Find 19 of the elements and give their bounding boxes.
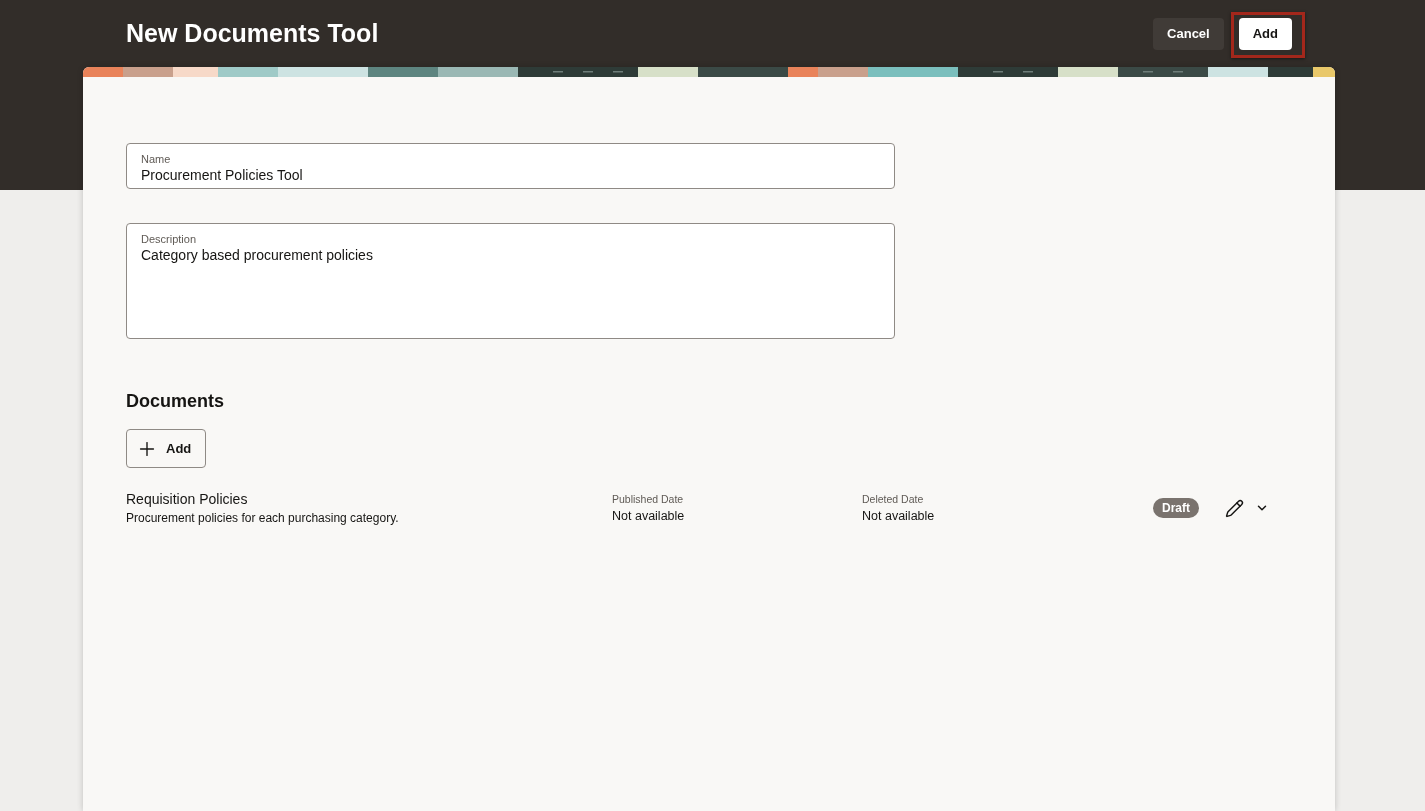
cancel-button[interactable]: Cancel [1153, 17, 1224, 50]
column-value: Not available [862, 508, 935, 524]
field-value: Category based procurement policies [141, 246, 373, 264]
pencil-icon [1225, 498, 1244, 518]
add-document-button[interactable]: Add [126, 429, 207, 468]
field-value: Procurement Policies Tool [141, 166, 303, 184]
name-field[interactable]: Name Procurement Policies Tool [126, 143, 895, 189]
status-badge: Draft [1153, 498, 1199, 518]
column-label: Deleted Date [862, 492, 924, 506]
section-heading: Documents [126, 390, 224, 412]
field-label: Description [141, 232, 197, 246]
column-value: Not available [612, 508, 685, 524]
page-title: New Documents Tool [126, 21, 379, 46]
description-field[interactable]: Description Category based procurement policies [126, 223, 895, 339]
document-description: Procurement policies for each purchasing category. [126, 510, 399, 526]
field-label: Name [141, 152, 171, 166]
column-label: Published Date [612, 492, 684, 506]
add-button[interactable]: Add [1238, 17, 1292, 50]
document-title[interactable]: Requisition Policies [126, 490, 248, 508]
